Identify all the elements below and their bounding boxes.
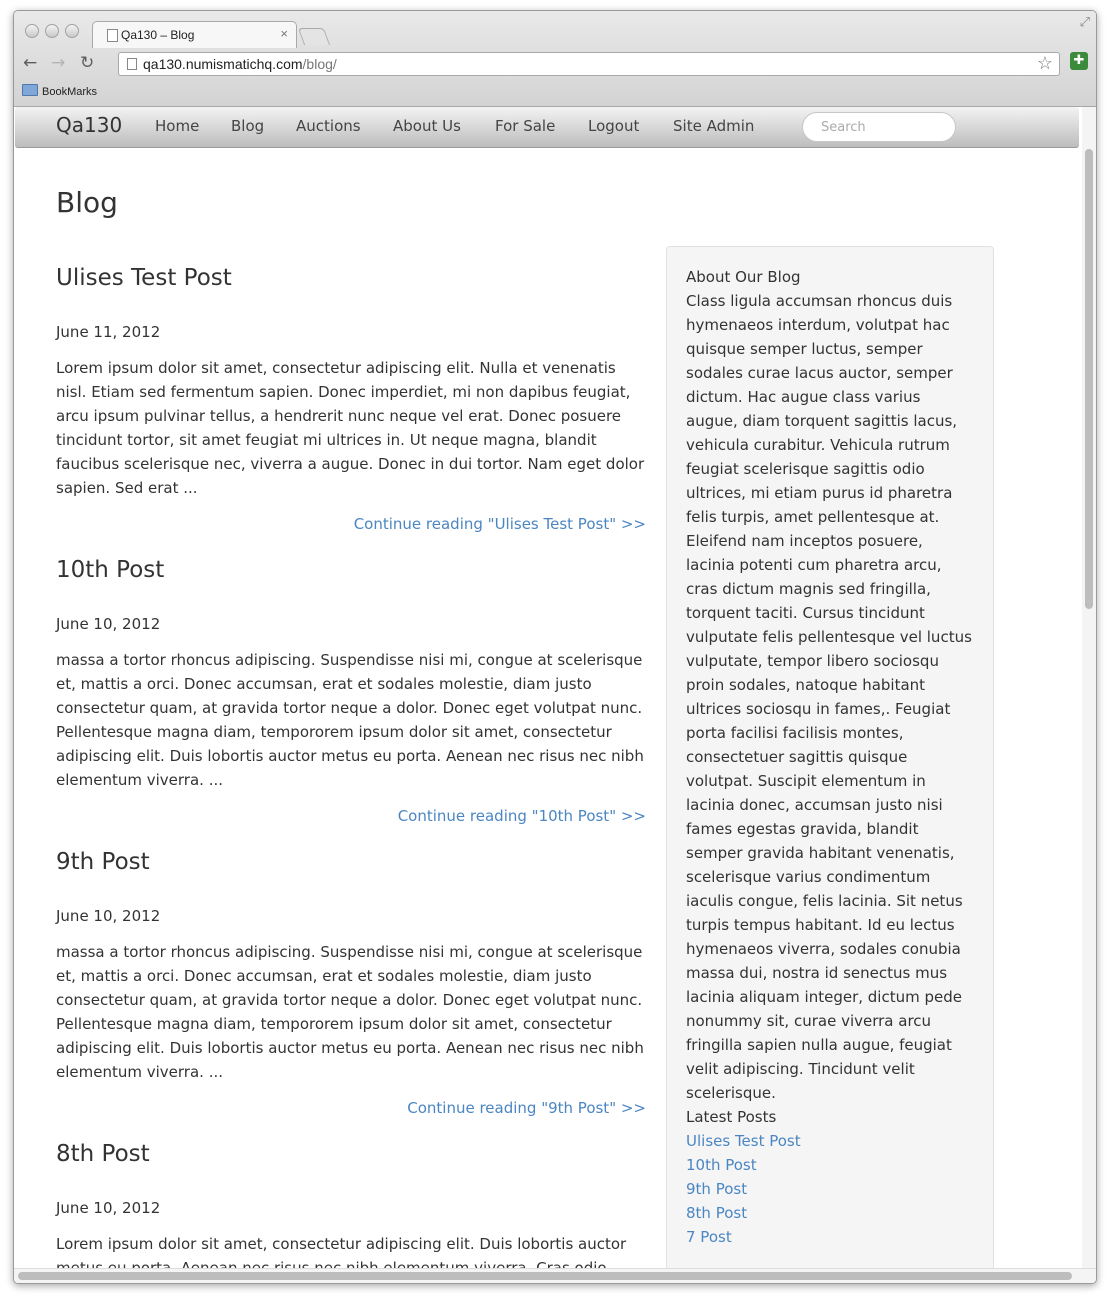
bookmark-folder-label: BookMarks <box>42 86 98 98</box>
url-text[interactable]: qa130.numismatichq.com/blog/ <box>143 56 337 72</box>
post-item: 10th Post June 10, 2012 massa a tortor r… <box>56 554 646 828</box>
bookmark-folder[interactable]: BookMarks <box>22 84 97 98</box>
post-title[interactable]: Ulises Test Post <box>56 262 646 294</box>
post-title[interactable]: 10th Post <box>56 554 646 586</box>
post-date: June 11, 2012 <box>56 323 161 341</box>
nav-about-us[interactable]: About Us <box>393 117 461 135</box>
nav-auctions[interactable]: Auctions <box>296 117 361 135</box>
tab-close-icon[interactable]: × <box>280 26 288 41</box>
forward-icon[interactable]: → <box>51 53 65 73</box>
page-title: Blog <box>56 186 118 219</box>
site-navbar: Qa130 Home Blog Auctions About Us For Sa… <box>15 107 1079 148</box>
latest-post-link[interactable]: 7 Post <box>686 1225 974 1249</box>
nav-logout[interactable]: Logout <box>588 117 639 135</box>
post-list: Ulises Test Post June 11, 2012 Lorem ips… <box>56 262 646 1283</box>
fullscreen-icon[interactable]: ⤢ <box>1080 15 1090 30</box>
post-date: June 10, 2012 <box>56 907 161 925</box>
close-window-button[interactable] <box>25 24 39 38</box>
browser-tab[interactable]: Qa130 – Blog × <box>92 21 297 48</box>
continue-reading-link[interactable]: Continue reading "Ulises Test Post" >> <box>56 512 646 536</box>
post-title[interactable]: 8th Post <box>56 1138 646 1170</box>
page-icon <box>107 29 118 42</box>
brand-link[interactable]: Qa130 <box>56 113 122 137</box>
minimize-window-button[interactable] <box>45 24 59 38</box>
post-excerpt: massa a tortor rhoncus adipiscing. Suspe… <box>56 943 644 1081</box>
about-text: Class ligula accumsan rhoncus duis hymen… <box>686 292 972 1102</box>
latest-posts-heading: Latest Posts <box>686 1108 777 1126</box>
new-tab-button[interactable] <box>297 28 331 45</box>
vertical-scroll-thumb[interactable] <box>1085 149 1093 609</box>
tab-title: Qa130 – Blog <box>121 28 195 42</box>
zoom-window-button[interactable] <box>65 24 79 38</box>
post-excerpt: massa a tortor rhoncus adipiscing. Suspe… <box>56 651 644 789</box>
about-heading: About Our Blog <box>686 268 801 286</box>
page-icon <box>127 58 137 70</box>
url-path: /blog/ <box>302 56 337 72</box>
vertical-scrollbar[interactable] <box>1082 107 1096 1269</box>
latest-post-link[interactable]: 8th Post <box>686 1201 974 1225</box>
browser-window: Qa130 – Blog × ⤢ ← → ↻ qa130.numismatich… <box>13 10 1097 1284</box>
folder-icon <box>22 84 38 96</box>
continue-reading-link[interactable]: Continue reading "10th Post" >> <box>56 804 646 828</box>
post-item: 8th Post June 10, 2012 Lorem ipsum dolor… <box>56 1138 646 1283</box>
post-excerpt: Lorem ipsum dolor sit amet, consectetur … <box>56 359 645 497</box>
nav-home[interactable]: Home <box>155 117 199 135</box>
page-content: Blog Ulises Test Post June 11, 2012 Lore… <box>14 148 1082 1277</box>
browser-chrome: Qa130 – Blog × ⤢ ← → ↻ qa130.numismatich… <box>14 11 1096 107</box>
latest-post-link[interactable]: 10th Post <box>686 1153 974 1177</box>
nav-site-admin[interactable]: Site Admin <box>673 117 754 135</box>
nav-blog[interactable]: Blog <box>231 117 264 135</box>
bookmark-star-icon[interactable]: ☆ <box>1037 53 1053 74</box>
latest-post-link[interactable]: Ulises Test Post <box>686 1129 974 1153</box>
post-title[interactable]: 9th Post <box>56 846 646 878</box>
sidebar: About Our Blog Class ligula accumsan rho… <box>666 246 994 1270</box>
url-host: qa130.numismatichq.com <box>143 56 303 72</box>
latest-post-link[interactable]: 9th Post <box>686 1177 974 1201</box>
horizontal-scroll-thumb[interactable] <box>18 1272 1072 1280</box>
search-input[interactable] <box>802 112 956 142</box>
horizontal-scrollbar[interactable] <box>14 1268 1096 1283</box>
extension-icon[interactable]: ✚ <box>1070 52 1088 70</box>
post-item: Ulises Test Post June 11, 2012 Lorem ips… <box>56 262 646 536</box>
post-date: June 10, 2012 <box>56 615 161 633</box>
post-item: 9th Post June 10, 2012 massa a tortor rh… <box>56 846 646 1120</box>
post-date: June 10, 2012 <box>56 1199 161 1217</box>
back-icon[interactable]: ← <box>23 53 37 73</box>
continue-reading-link[interactable]: Continue reading "9th Post" >> <box>56 1096 646 1120</box>
reload-icon[interactable]: ↻ <box>80 53 94 73</box>
address-bar[interactable]: qa130.numismatichq.com/blog/ ☆ <box>118 52 1060 76</box>
nav-for-sale[interactable]: For Sale <box>495 117 555 135</box>
